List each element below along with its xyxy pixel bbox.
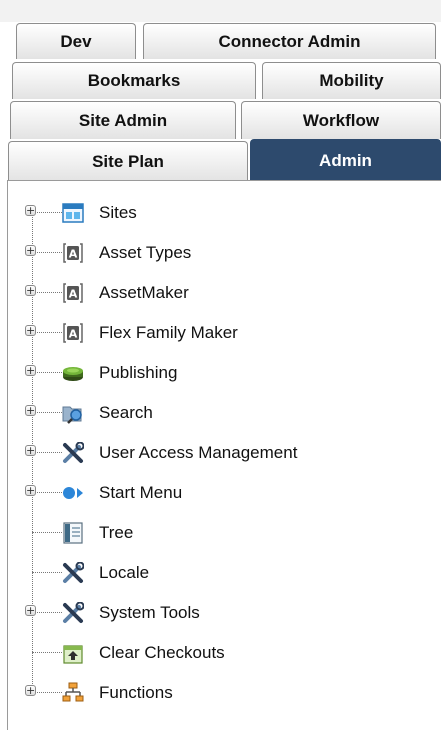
tree-item-label: Search (99, 403, 153, 422)
tab-workflow[interactable]: Workflow (241, 101, 441, 139)
tab-site-admin[interactable]: Site Admin (10, 101, 236, 139)
search-folder-icon (62, 406, 82, 424)
tree-item-label: Asset Types (99, 243, 192, 262)
expand-icon[interactable]: + (25, 485, 36, 496)
tree-item-publishing[interactable]: + Publishing (0, 352, 441, 392)
tree-item-label: Start Menu (99, 483, 183, 502)
tree-item-system-tools[interactable]: + System Tools (0, 592, 441, 632)
expand-icon[interactable]: + (25, 685, 36, 696)
tree-item-sites[interactable]: + Sites (0, 192, 441, 232)
expand-icon[interactable]: + (25, 285, 36, 296)
tab-connector-admin[interactable]: Connector Admin (143, 23, 436, 59)
tree-item-functions[interactable]: + Functions (0, 672, 441, 712)
tree-connector (32, 492, 62, 493)
expand-icon[interactable]: + (25, 325, 36, 336)
functions-icon (62, 682, 84, 702)
tree-item-label: Flex Family Maker (99, 323, 238, 342)
tools-icon (63, 602, 84, 623)
asset-a-icon: A (63, 323, 83, 343)
tree-item-label: System Tools (99, 603, 200, 622)
tree-connector (32, 292, 62, 293)
expand-icon[interactable]: + (25, 605, 36, 616)
tree-connector (32, 252, 62, 253)
start-menu-icon (63, 487, 83, 499)
tree-item-label: Tree (99, 523, 134, 542)
sites-icon (62, 203, 84, 223)
tree-item-tree[interactable]: Tree (0, 512, 441, 552)
tree-item-label: AssetMaker (99, 283, 189, 302)
tree-item-locale[interactable]: Locale (0, 552, 441, 592)
tree-connector (32, 572, 62, 573)
tree-connector (32, 412, 62, 413)
tree-item-start-menu[interactable]: + Start Menu (0, 472, 441, 512)
tree-connector (32, 452, 62, 453)
tree-item-asset-types[interactable]: + A Asset Types (0, 232, 441, 272)
tree-item-flex-family-maker[interactable]: + A Flex Family Maker (0, 312, 441, 352)
tree-connector (32, 612, 62, 613)
expand-icon[interactable]: + (25, 245, 36, 256)
svg-text:A: A (69, 288, 78, 301)
tree-item-label: Clear Checkouts (99, 643, 225, 662)
expand-icon[interactable]: + (25, 205, 36, 216)
tree-connector (32, 212, 62, 213)
tools-icon (63, 562, 84, 583)
tree-item-label: Functions (99, 683, 173, 702)
tree-item-search[interactable]: + Search (0, 392, 441, 432)
tree-item-user-access-management[interactable]: + User Access Management (0, 432, 441, 472)
tree-item-assetmaker[interactable]: + A AssetMaker (0, 272, 441, 312)
tree-connector (32, 532, 62, 533)
tree-item-label: Locale (99, 563, 150, 582)
expand-icon[interactable]: + (25, 365, 36, 376)
tab-bookmarks[interactable]: Bookmarks (12, 62, 256, 99)
expand-icon[interactable]: + (25, 445, 36, 456)
tree-connector (32, 652, 62, 653)
tree-connector (32, 372, 62, 373)
tree-icon (63, 522, 83, 544)
tab-bar-background (0, 0, 441, 22)
tree-item-clear-checkouts[interactable]: Clear Checkouts (0, 632, 441, 672)
tree-connector (32, 332, 62, 333)
expand-icon[interactable]: + (25, 405, 36, 416)
tab-dev[interactable]: Dev (16, 23, 136, 59)
tab-admin[interactable]: Admin (250, 139, 441, 181)
publishing-disk-icon (63, 367, 83, 381)
svg-text:A: A (69, 328, 78, 341)
asset-a-icon: A (63, 243, 83, 263)
clear-checkouts-icon (63, 645, 83, 664)
tree-item-label: Publishing (99, 363, 178, 382)
asset-a-icon: A (63, 283, 83, 303)
tree-item-label: Sites (99, 203, 137, 222)
tab-mobility[interactable]: Mobility (262, 62, 441, 99)
tree-connector (32, 692, 62, 693)
tab-site-plan[interactable]: Site Plan (8, 141, 248, 181)
tree-item-label: User Access Management (99, 443, 298, 462)
svg-text:A: A (69, 248, 78, 261)
tools-icon (63, 442, 84, 463)
